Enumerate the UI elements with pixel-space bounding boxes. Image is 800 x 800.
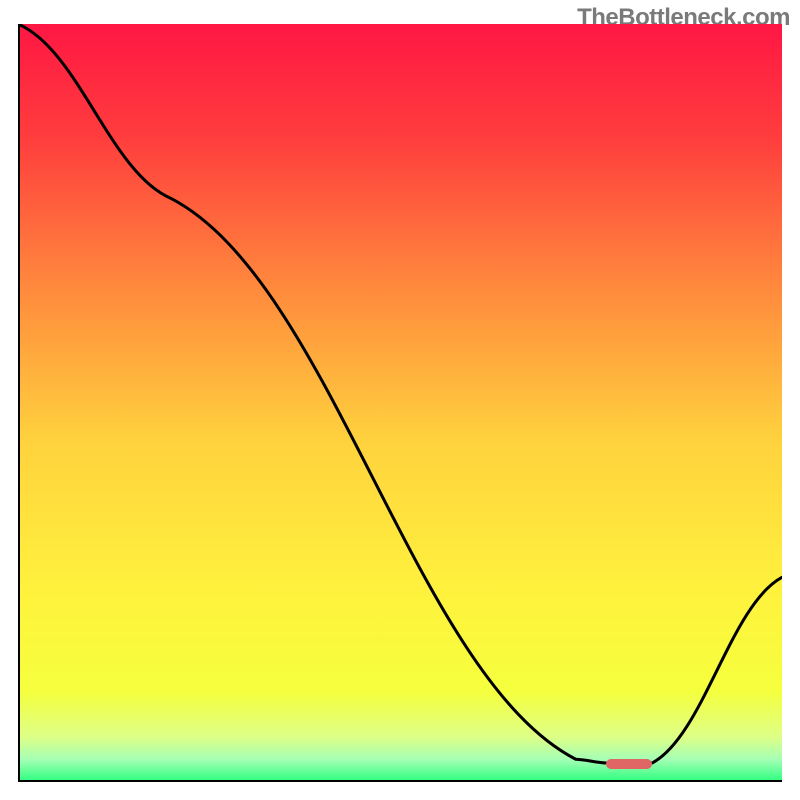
x-axis — [18, 780, 782, 782]
bottleneck-curve — [18, 24, 782, 782]
optimum-marker — [606, 759, 652, 769]
y-axis — [18, 24, 20, 782]
chart-plot-area — [18, 24, 782, 782]
